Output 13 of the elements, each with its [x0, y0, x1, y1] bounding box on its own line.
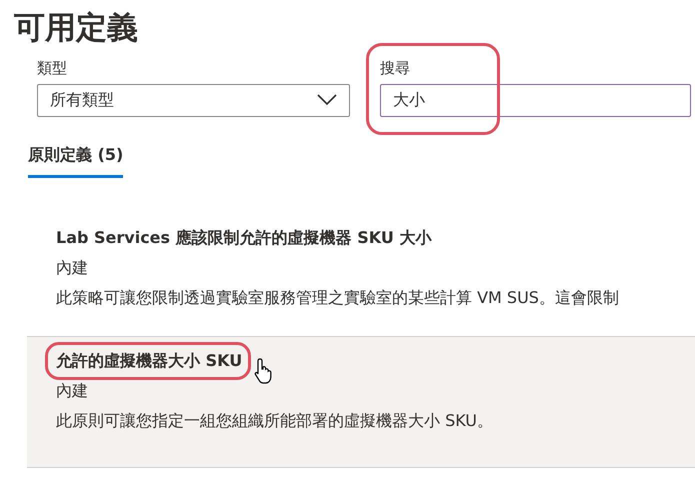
- definition-description: 此原則可讓您指定一組您組織所能部署的虛擬機器大小 SKU。: [56, 410, 494, 432]
- definition-type: 內建: [56, 380, 89, 402]
- definition-description: 此策略可讓您限制透過實驗室服務管理之實驗室的某些計算 VM SUS。這會限制: [56, 286, 620, 309]
- field-label: 類型: [37, 58, 67, 80]
- type-dropdown[interactable]: 所有類型: [37, 84, 350, 117]
- field-label: 搜尋: [380, 58, 410, 80]
- page-title: 可用定義: [14, 10, 139, 48]
- chevron-down-icon: [317, 94, 337, 106]
- definition-type: 內建: [56, 256, 89, 279]
- definition-title[interactable]: 允許的虛擬機器大小 SKU: [56, 348, 242, 373]
- definition-title[interactable]: Lab Services 應該限制允許的虛擬機器 SKU 大小: [56, 226, 432, 250]
- tab[interactable]: 原則定義 (5): [28, 142, 124, 178]
- search-field[interactable]: 大小: [380, 84, 691, 117]
